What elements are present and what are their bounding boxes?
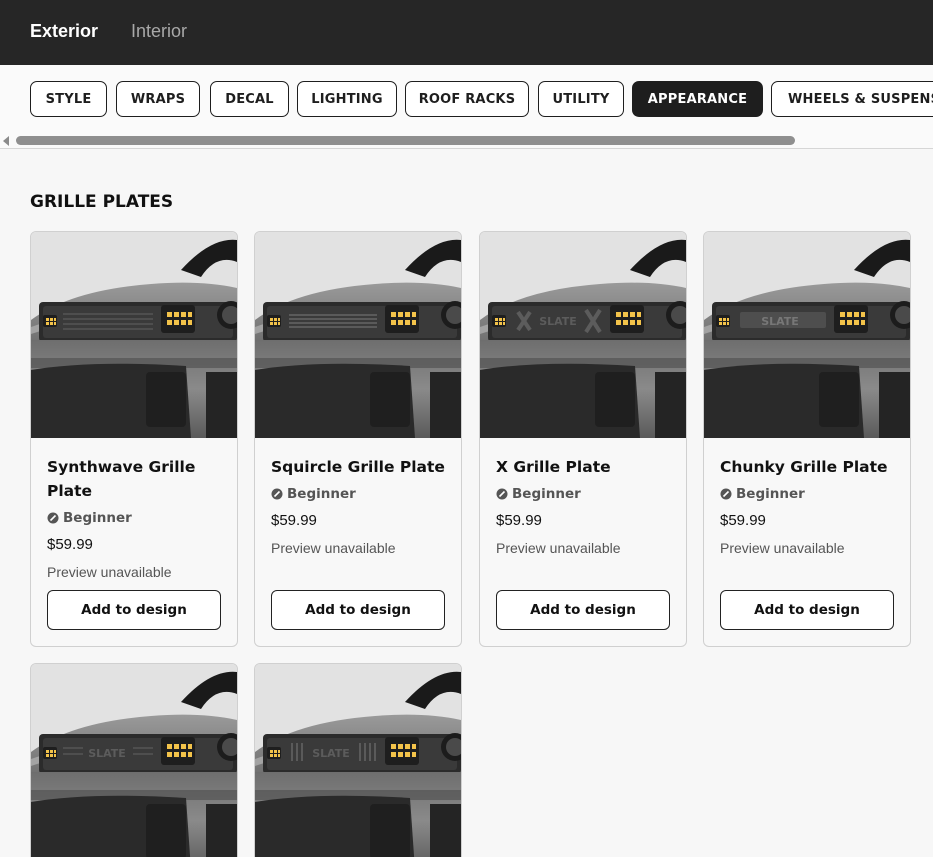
preview-status: Preview unavailable	[496, 540, 621, 556]
horizontal-scrollbar[interactable]	[16, 136, 795, 145]
tab-exterior[interactable]: Exterior	[30, 21, 98, 42]
product-image-x: SLATE	[480, 232, 686, 438]
skill-level: Beginner	[496, 486, 581, 502]
skill-level-icon	[496, 488, 508, 500]
category-chip-lighting[interactable]: LIGHTING	[297, 81, 397, 117]
product-card-squircle[interactable]: Squircle Grille Plate Beginner $59.99 Pr…	[254, 231, 462, 647]
product-image-lined: SLATE	[31, 664, 237, 857]
skill-level-icon	[271, 488, 283, 500]
svg-text:SLATE: SLATE	[539, 315, 577, 328]
skill-level-icon	[47, 512, 59, 524]
product-price: $59.99	[47, 536, 93, 553]
category-chip-style[interactable]: STYLE	[30, 81, 107, 117]
category-chip-decal[interactable]: DECAL	[210, 81, 289, 117]
product-title: Synthwave Grille Plate	[47, 458, 196, 500]
product-title: X Grille Plate	[496, 458, 611, 476]
add-to-design-button[interactable]: Add to design	[271, 590, 445, 630]
product-image-squircle	[255, 232, 461, 438]
category-chip-utility[interactable]: UTILITY	[538, 81, 624, 117]
svg-text:SLATE: SLATE	[88, 747, 126, 760]
product-card-chunky[interactable]: SLATE Chunky Grille Plate Beginner $59.9…	[703, 231, 911, 647]
product-price: $59.99	[720, 512, 766, 529]
skill-level-icon	[720, 488, 732, 500]
add-to-design-button[interactable]: Add to design	[720, 590, 894, 630]
product-card-lined[interactable]: SLATE	[30, 663, 238, 857]
category-chip-wraps[interactable]: WRAPS	[116, 81, 200, 117]
category-chip-wheels-suspension[interactable]: WHEELS & SUSPENSI	[771, 81, 933, 117]
product-card-x[interactable]: SLATE X Grille Plate Beginner $59.99 Pre…	[479, 231, 687, 647]
tab-interior[interactable]: Interior	[131, 21, 187, 42]
product-image-chunky: SLATE	[704, 232, 910, 438]
scroll-left-arrow-icon[interactable]	[3, 136, 9, 146]
product-card-vertical[interactable]: SLATE	[254, 663, 462, 857]
product-image-synthwave	[31, 232, 237, 438]
category-chip-roof-racks[interactable]: ROOF RACKS	[405, 81, 529, 117]
section-title: GRILLE PLATES	[30, 192, 174, 212]
skill-level: Beginner	[271, 486, 356, 502]
product-price: $59.99	[271, 512, 317, 529]
add-to-design-button[interactable]: Add to design	[47, 590, 221, 630]
product-price: $59.99	[496, 512, 542, 529]
preview-status: Preview unavailable	[720, 540, 845, 556]
product-image-vertical: SLATE	[255, 664, 461, 857]
top-nav: Exterior Interior	[0, 0, 933, 65]
add-to-design-button[interactable]: Add to design	[496, 590, 670, 630]
product-card-synthwave[interactable]: Synthwave Grille Plate Beginner $59.99 P…	[30, 231, 238, 647]
category-chip-appearance[interactable]: APPEARANCE	[632, 81, 763, 117]
preview-status: Preview unavailable	[271, 540, 396, 556]
skill-level: Beginner	[720, 486, 805, 502]
svg-text:SLATE: SLATE	[312, 747, 350, 760]
skill-level: Beginner	[47, 510, 132, 526]
product-title: Squircle Grille Plate	[271, 458, 445, 476]
svg-text:SLATE: SLATE	[761, 315, 799, 328]
product-title: Chunky Grille Plate	[720, 458, 888, 476]
category-bar: STYLE WRAPS DECAL LIGHTING ROOF RACKS UT…	[0, 65, 933, 149]
preview-status: Preview unavailable	[47, 564, 172, 580]
